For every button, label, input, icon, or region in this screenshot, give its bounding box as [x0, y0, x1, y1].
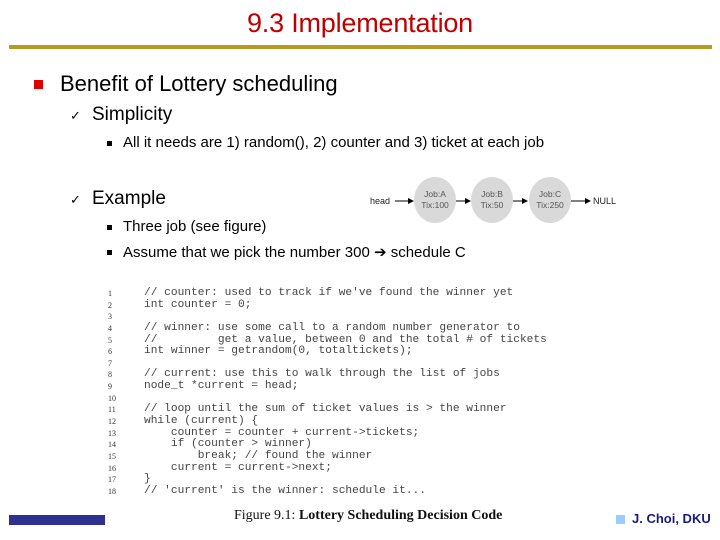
- code-text: int counter = 0;: [144, 298, 252, 311]
- footer-bar: [9, 515, 105, 525]
- head-label: head: [370, 196, 390, 206]
- caption-prefix: Figure 9.1:: [234, 508, 296, 523]
- code-listing: 1 // counter: used to track if we've foun…: [108, 287, 588, 498]
- code-line: 1 // counter: used to track if we've foun…: [108, 287, 588, 300]
- line-number: 17: [108, 475, 116, 485]
- line-number: 14: [108, 440, 116, 450]
- code-text: break; // found the winner: [144, 449, 373, 462]
- line-number: 9: [108, 382, 112, 392]
- bullet-simplicity-detail: All it needs are 1) random(), 2) counter…: [123, 134, 545, 151]
- footer-author: J. Choi, DKU: [632, 511, 711, 526]
- code-text: current = current->next;: [144, 461, 332, 474]
- job-b-name: Job:B: [481, 189, 503, 199]
- null-label: NULL: [593, 196, 616, 206]
- small-square-bullet-icon: [107, 250, 112, 255]
- code-text: // counter: used to track if we've found…: [144, 287, 514, 299]
- code-text: int winner = getrandom(0, totaltickets);: [144, 345, 413, 358]
- line-number: 6: [108, 347, 112, 357]
- line-number: 12: [108, 417, 116, 427]
- checkmark-icon: ✓: [70, 192, 81, 207]
- bullet-example: Example: [92, 188, 166, 209]
- square-bullet-icon: [34, 80, 43, 89]
- linked-list-diagram: head Job:A Tix:100 Job:B Tix:50 Job:C Ti…: [360, 170, 630, 230]
- bullet-assume-300: Assume that we pick the number 300 ➔ sch…: [123, 244, 466, 261]
- small-square-bullet-icon: [107, 141, 112, 146]
- bullet-benefit: Benefit of Lottery scheduling: [60, 71, 338, 96]
- line-number: 18: [108, 486, 116, 496]
- code-text: // 'current' is the winner: schedule it.…: [144, 484, 426, 497]
- bullet-three-jobs: Three job (see figure): [123, 218, 267, 235]
- code-line: 6 int winner = getrandom(0, totaltickets)…: [108, 346, 588, 358]
- line-number: 11: [108, 405, 116, 415]
- caption-title: Lottery Scheduling Decision Code: [298, 508, 503, 523]
- line-number: 8: [108, 370, 112, 380]
- line-number: 15: [108, 451, 116, 461]
- checkmark-icon: ✓: [70, 108, 81, 123]
- code-text: while (current) {: [144, 415, 259, 428]
- job-a-tickets: Tix:100: [421, 200, 449, 210]
- code-line: 2 int counter = 0;: [108, 298, 588, 312]
- bullet-simplicity: Simplicity: [92, 104, 173, 125]
- code-line: 12 while (current) {: [108, 415, 588, 428]
- footer-square-icon: [616, 515, 625, 524]
- figure-caption: Figure 9.1: Lottery Scheduling Decision …: [234, 508, 502, 524]
- line-number: 5: [108, 335, 112, 345]
- code-text: node_t *current = head;: [144, 380, 299, 393]
- slide-title: 9.3 Implementation: [246, 8, 474, 38]
- job-b-tickets: Tix:50: [481, 200, 504, 210]
- job-a-name: Job:A: [424, 189, 446, 199]
- line-number: 1: [108, 289, 112, 298]
- job-c-tickets: Tix:250: [536, 200, 564, 210]
- line-number: 16: [108, 463, 116, 473]
- job-c-name: Job:C: [539, 189, 561, 199]
- line-number: 7: [108, 358, 112, 368]
- code-line: 16 current = current->next;: [108, 461, 588, 475]
- code-line: 15 break; // found the winner: [108, 449, 588, 463]
- code-line: 9 node_t *current = head;: [108, 380, 588, 393]
- line-number: 13: [108, 428, 116, 438]
- line-number: 4: [108, 323, 112, 333]
- code-line: 18 // 'current' is the winner: schedule i…: [108, 484, 588, 498]
- title-divider: [9, 45, 712, 49]
- small-square-bullet-icon: [107, 225, 112, 230]
- line-number: 2: [108, 300, 112, 310]
- line-number: 3: [108, 312, 112, 322]
- code-text: // winner: use some call to a random num…: [144, 321, 520, 334]
- code-line: 4 // winner: use some call to a random nu…: [108, 321, 588, 335]
- line-number: 10: [108, 393, 116, 403]
